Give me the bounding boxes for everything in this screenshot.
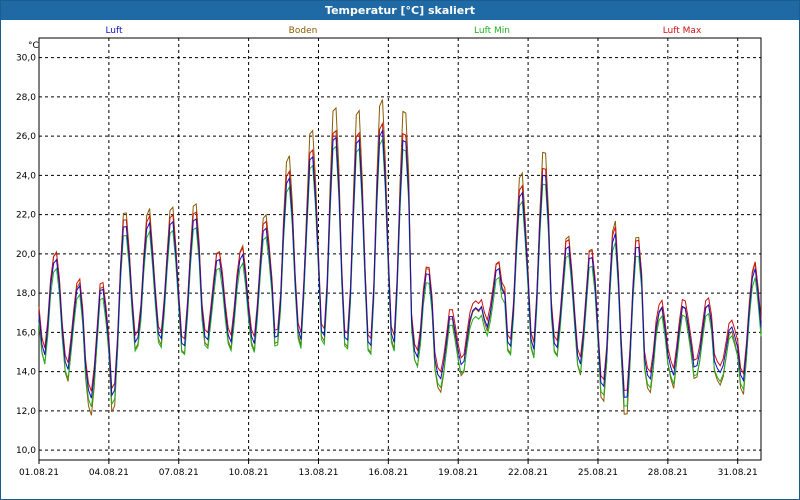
y-tick-label: 26,0 [16,132,36,142]
legend-max: Luft Max [663,26,702,36]
plot-area [38,37,762,461]
y-axis-unit: °C [28,41,39,51]
y-tick-label: 12,0 [16,407,36,417]
x-tick-label: 01.08.21 [19,468,59,478]
y-tick-label: 20,0 [16,250,36,260]
x-tick-label: 10.08.21 [229,468,269,478]
x-tick-label: 28.08.21 [648,468,688,478]
y-tick-label: 14,0 [16,368,36,378]
temperature-chart: Luft Boden Luft Min Luft Max °C 10,0 12,0 14,… [16,26,762,478]
y-tick-label: 16,0 [16,328,36,338]
y-tick-label: 28,0 [16,93,36,103]
x-tick-label: 07.08.21 [159,468,199,478]
legend-min: Luft Min [474,26,510,36]
legend-soil: Boden [289,26,318,36]
x-tick-label: 31.08.21 [718,468,758,478]
x-axis-ticks: 01.08.21 04.08.21 07.08.21 10.08.21 13.08.21… [19,460,758,478]
x-tick-label: 04.08.21 [89,468,129,478]
x-tick-label: 22.08.21 [508,468,548,478]
y-tick-label: 30,0 [16,54,36,64]
y-tick-label: 22,0 [16,211,36,221]
legend-mean: Luft [105,26,123,36]
y-tick-label: 10,0 [16,446,36,456]
y-axis-ticks: 10,0 12,0 14,0 16,0 18,0 20,0 22,0 24,0 26,0 28,0… [16,54,36,457]
x-tick-label: 19.08.21 [438,468,478,478]
y-tick-label: 24,0 [16,171,36,181]
x-tick-label: 25.08.21 [578,468,618,478]
x-tick-label: 13.08.21 [298,468,338,478]
x-tick-label: 16.08.21 [368,468,408,478]
y-tick-label: 18,0 [16,289,36,299]
legend: Luft Boden Luft Min Luft Max [105,26,702,36]
